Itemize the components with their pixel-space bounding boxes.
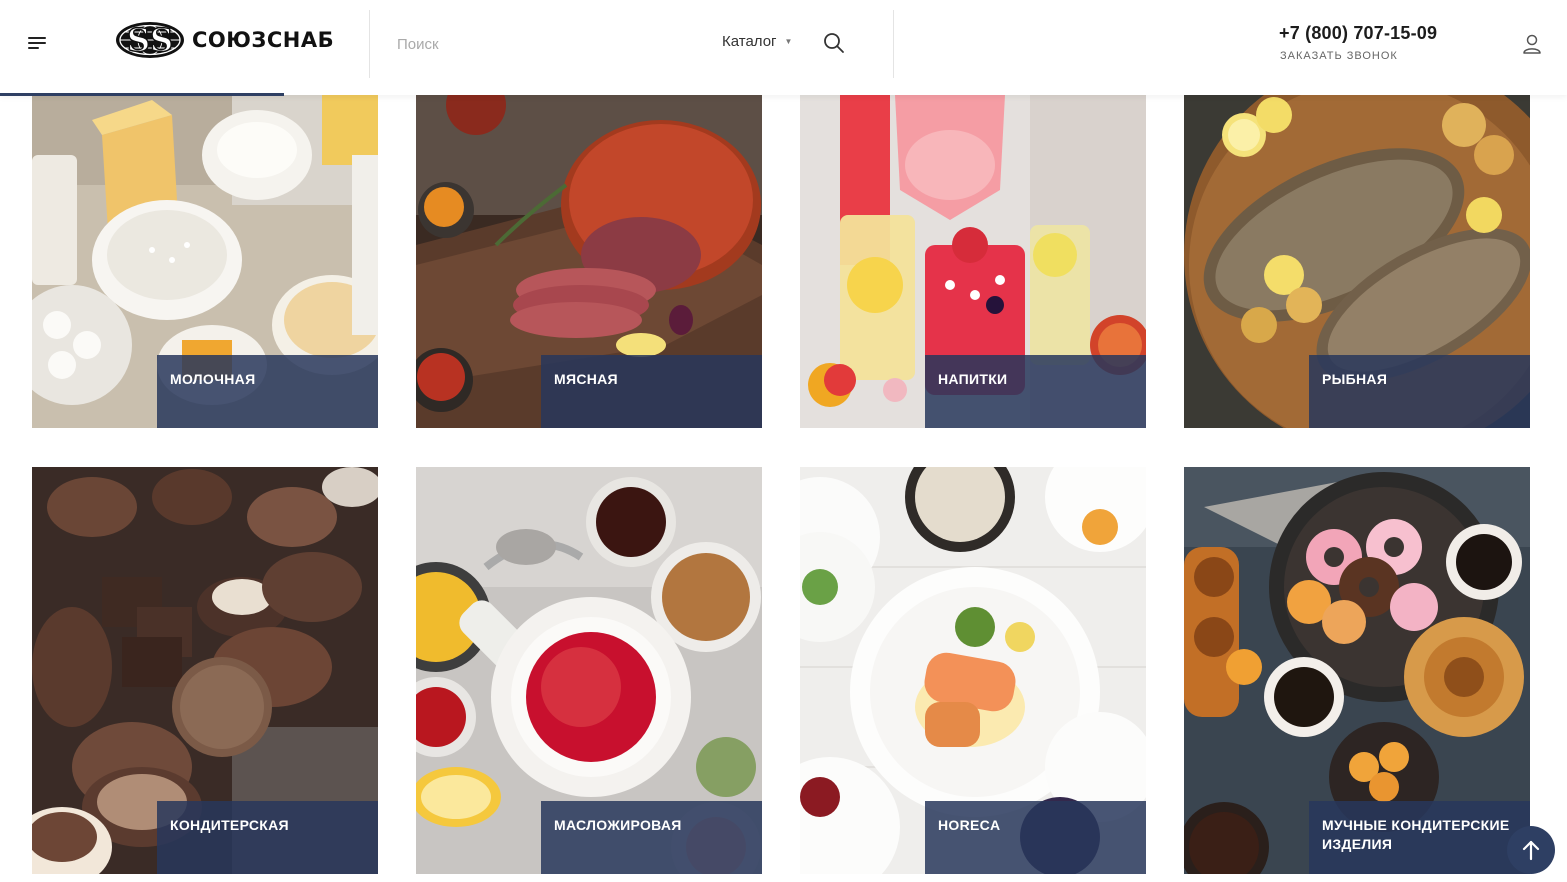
chevron-down-icon: ▼ [784,37,793,46]
category-card-fats-oils[interactable]: МАСЛОЖИРОВАЯ [416,467,762,874]
category-label-box: КОНДИТЕРСКАЯ [157,801,378,874]
header-divider [893,10,894,78]
search-input[interactable] [395,30,699,58]
category-card-dairy[interactable]: МОЛОЧНАЯ [32,95,378,428]
svg-text:S: S [127,21,150,59]
phone-number[interactable]: +7 (800) 707-15-09 [1279,23,1437,44]
category-label: НАПИТКИ [938,371,1008,387]
category-label: МОЛОЧНАЯ [170,371,256,387]
scroll-to-top-button[interactable] [1507,826,1555,874]
category-label: МУЧНЫЕ КОНДИТЕРСКИЕ ИЗДЕЛИЯ [1322,817,1510,852]
brand-name: СОЮЗСНАБ [192,28,335,52]
logo-emblem-icon: S S [116,20,184,60]
logo[interactable]: S S СОЮЗСНАБ [114,20,334,60]
category-label: РЫБНАЯ [1322,371,1388,387]
catalog-dropdown-label: Каталог [722,33,777,50]
category-label-box: HORECA [925,801,1146,874]
category-label: HORECA [938,817,1001,833]
header-divider [369,10,370,78]
search-button[interactable] [823,32,847,56]
catalog-dropdown[interactable]: Каталог ▼ [722,33,792,50]
category-label: КОНДИТЕРСКАЯ [170,817,289,833]
menu-icon[interactable] [28,35,46,51]
category-label-box: МОЛОЧНАЯ [157,355,378,428]
category-card-flour-confectionery[interactable]: МУЧНЫЕ КОНДИТЕРСКИЕ ИЗДЕЛИЯ [1184,467,1530,874]
category-card-horeca[interactable]: HORECA [800,467,1146,874]
category-card-drinks[interactable]: НАПИТКИ [800,95,1146,428]
category-card-meat[interactable]: МЯСНАЯ [416,95,762,428]
site-header: S S СОЮЗСНАБ Каталог ▼ +7 (800) 707-15-0… [0,0,1567,96]
category-label: МЯСНАЯ [554,371,618,387]
category-card-confectionery[interactable]: КОНДИТЕРСКАЯ [32,467,378,874]
profile-button[interactable] [1521,33,1543,55]
category-label-box: МУЧНЫЕ КОНДИТЕРСКИЕ ИЗДЕЛИЯ [1309,801,1530,874]
svg-text:S: S [150,21,173,59]
user-icon [1523,34,1541,54]
category-card-fish[interactable]: РЫБНАЯ [1184,95,1530,428]
callback-link[interactable]: ЗАКАЗАТЬ ЗВОНОК [1280,50,1398,62]
category-label: МАСЛОЖИРОВАЯ [554,817,682,833]
search-icon [824,33,844,53]
category-label-box: РЫБНАЯ [1309,355,1530,428]
category-label-box: МАСЛОЖИРОВАЯ [541,801,762,874]
category-label-box: МЯСНАЯ [541,355,762,428]
category-label-box: НАПИТКИ [925,355,1146,428]
arrow-up-icon [1522,840,1540,861]
scroll-progress-bar [0,93,284,96]
